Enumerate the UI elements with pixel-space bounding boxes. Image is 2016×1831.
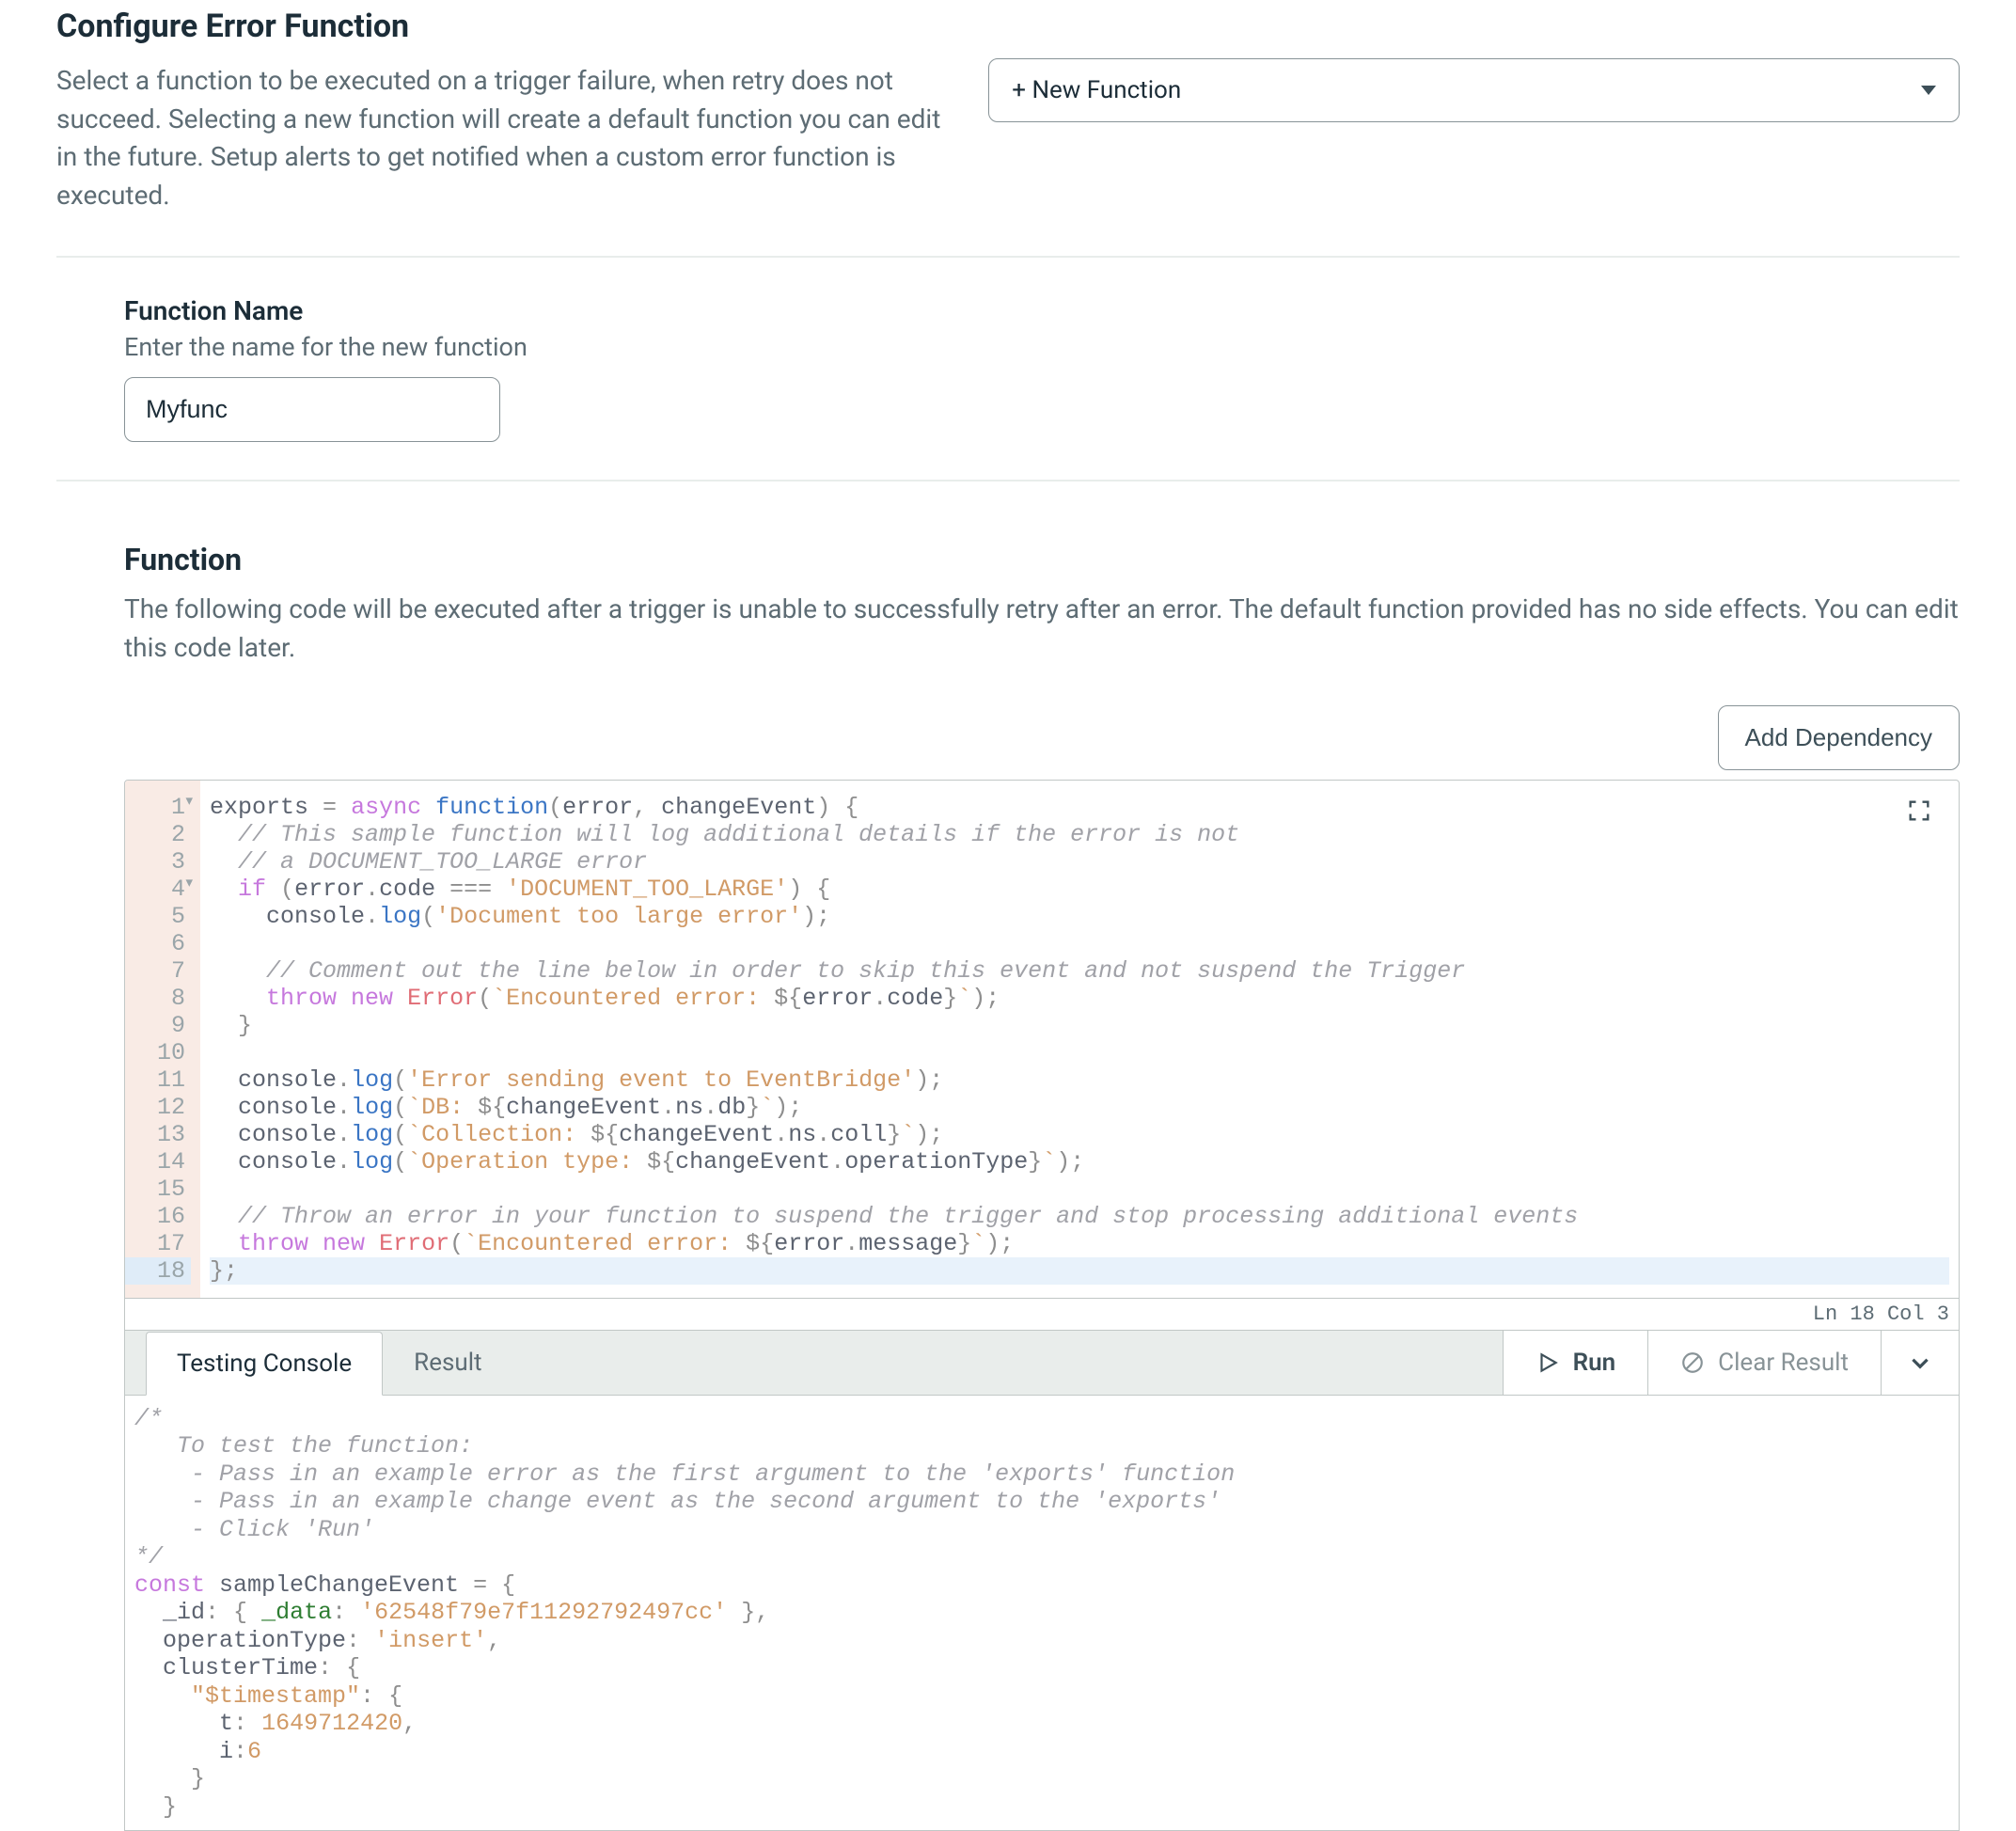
clear-result-button[interactable]: Clear Result (1647, 1331, 1881, 1395)
divider (56, 480, 1960, 481)
console-body[interactable]: /* To test the function: - Pass in an ex… (124, 1396, 1960, 1831)
run-button[interactable]: Run (1503, 1331, 1648, 1395)
function-name-input[interactable] (124, 377, 500, 442)
function-name-hint: Enter the name for the new function (124, 332, 1960, 362)
code-editor[interactable]: 123456789101112131415161718 exports = as… (124, 780, 1960, 1299)
function-name-label: Function Name (124, 295, 1960, 326)
page-description: Select a function to be executed on a tr… (56, 62, 951, 214)
divider (56, 256, 1960, 258)
editor-code[interactable]: exports = async function(error, changeEv… (200, 781, 1959, 1298)
tab-testing-console[interactable]: Testing Console (146, 1332, 383, 1396)
new-function-dropdown[interactable]: + New Function (988, 58, 1960, 122)
add-dependency-button[interactable]: Add Dependency (1718, 705, 1960, 770)
clear-result-label: Clear Result (1718, 1349, 1849, 1377)
run-label: Run (1573, 1349, 1616, 1377)
caret-down-icon (1921, 86, 1936, 95)
console-toolbar: Testing Console Result Run Clear Result (124, 1331, 1960, 1396)
dropdown-label: + New Function (1012, 76, 1181, 104)
editor-status: Ln 18 Col 3 (124, 1299, 1960, 1331)
tab-result[interactable]: Result (383, 1331, 512, 1395)
page-title: Configure Error Function (56, 8, 951, 45)
editor-gutter: 123456789101112131415161718 (125, 781, 200, 1298)
function-section-description: The following code will be executed afte… (124, 591, 1960, 667)
fullscreen-icon[interactable] (1906, 797, 1932, 829)
collapse-console-button[interactable] (1881, 1331, 1959, 1395)
function-section-title: Function (124, 542, 1960, 577)
